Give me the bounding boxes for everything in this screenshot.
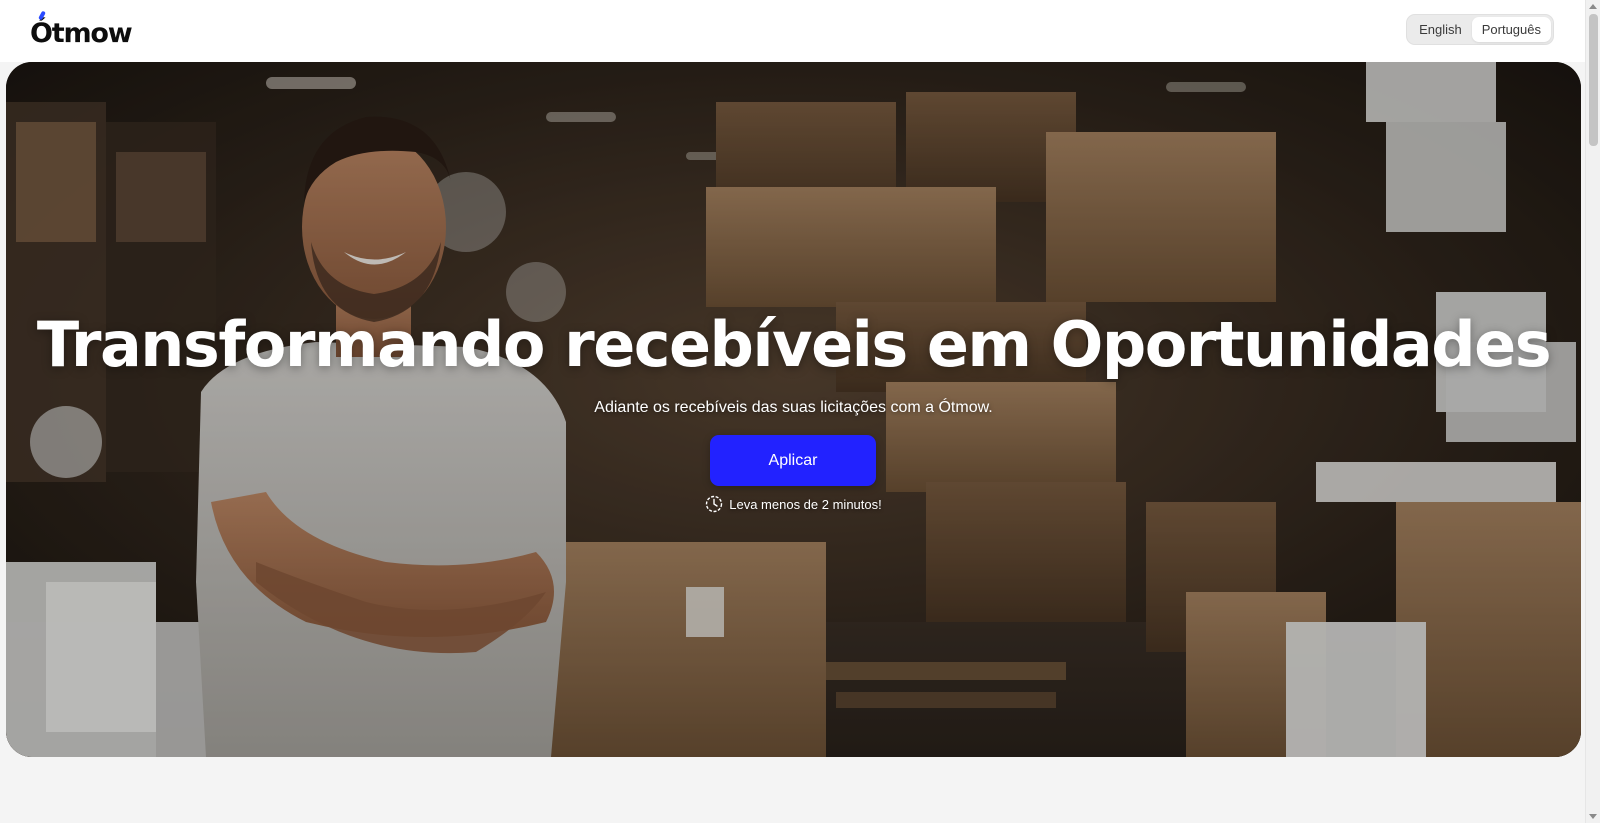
hero-content: Transformando recebíveis em Oportunidade…: [6, 62, 1581, 757]
page: Ótmow English Português Transformando re…: [0, 0, 1600, 823]
scroll-up-arrow-icon[interactable]: [1589, 4, 1597, 9]
hero-title: Transformando recebíveis em Oportunidade…: [36, 308, 1552, 381]
time-hint: Leva menos de 2 minutos!: [6, 495, 1581, 513]
clock-icon: [705, 495, 723, 513]
hero-section: Transformando recebíveis em Oportunidade…: [6, 62, 1581, 757]
scroll-down-arrow-icon[interactable]: [1589, 814, 1597, 819]
language-switcher: English Português: [1406, 14, 1554, 45]
hero-subtitle: Adiante os recebíveis das suas licitaçõe…: [594, 399, 993, 416]
language-english-button[interactable]: English: [1409, 17, 1472, 42]
site-header: Ótmow English Português: [0, 0, 1585, 62]
language-portuguese-button[interactable]: Português: [1471, 17, 1551, 42]
time-hint-text: Leva menos de 2 minutos!: [729, 496, 882, 512]
otmow-logo[interactable]: Ótmow: [30, 10, 133, 49]
page-scrollbar[interactable]: [1585, 0, 1600, 823]
logo-text: Ótmow: [30, 18, 133, 49]
scroll-thumb[interactable]: [1589, 14, 1598, 146]
apply-button[interactable]: Aplicar: [710, 435, 876, 486]
